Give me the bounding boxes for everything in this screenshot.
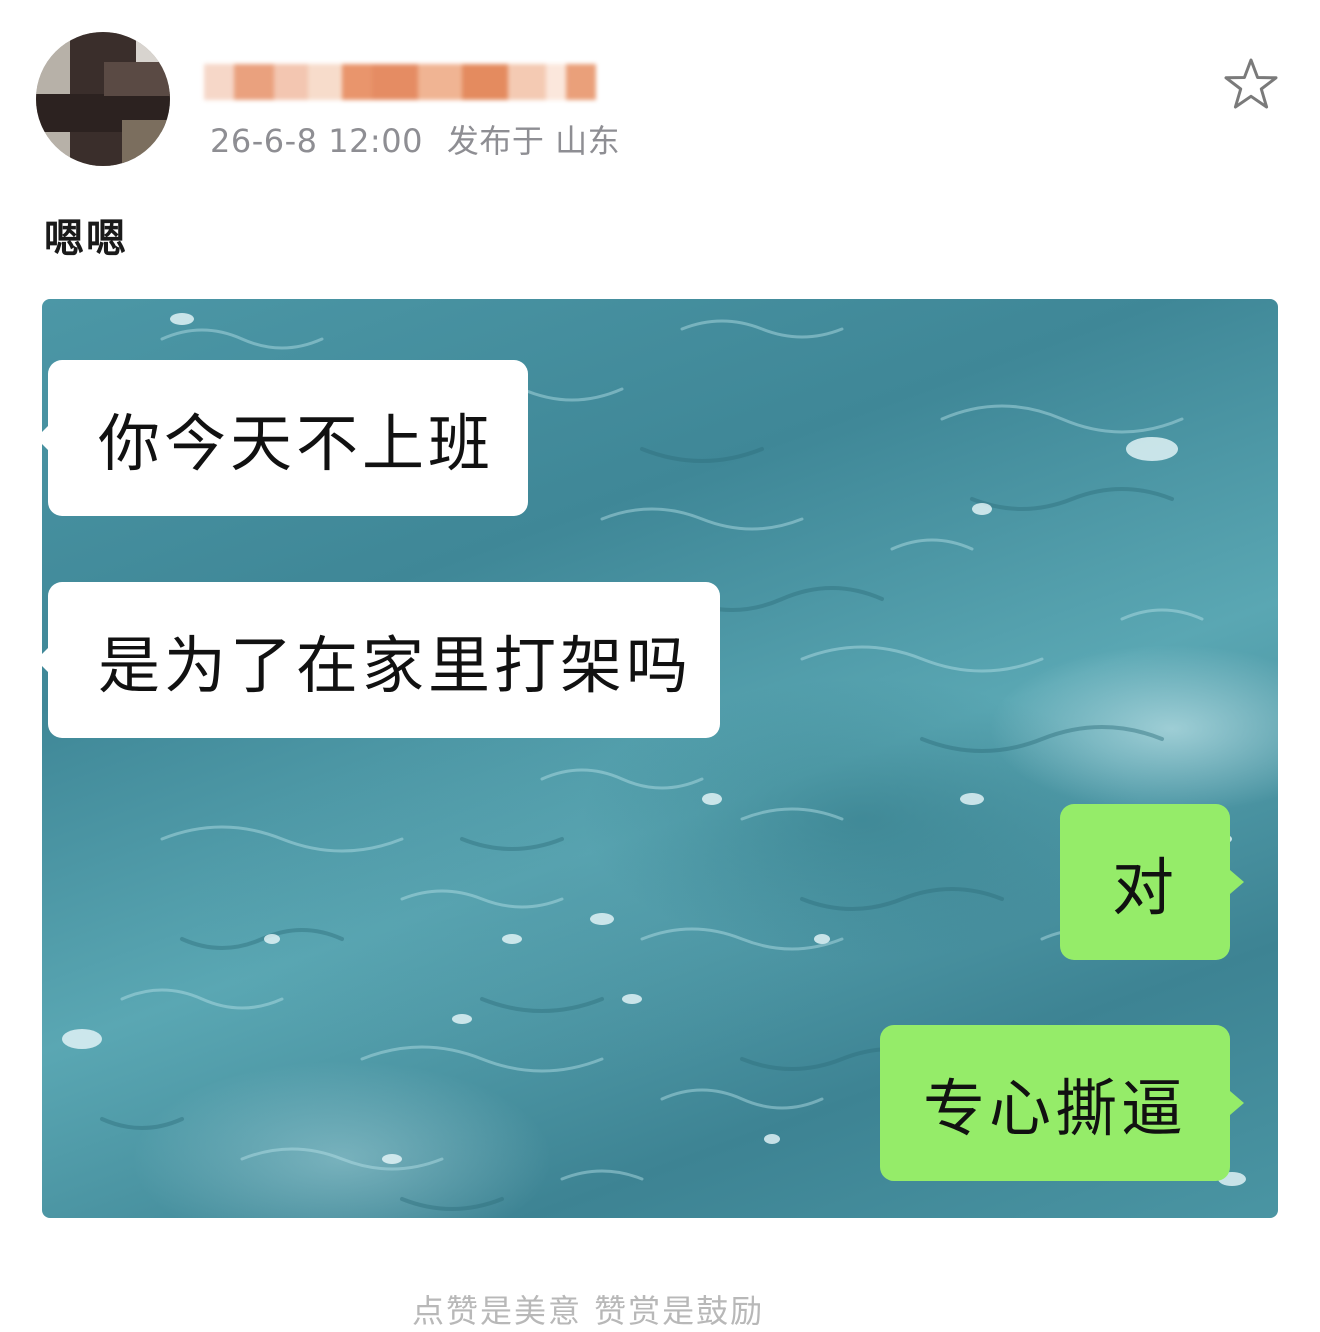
star-outline-icon[interactable] bbox=[1222, 56, 1280, 114]
post-text: 嗯嗯 bbox=[44, 216, 128, 262]
post-location: 发布于 山东 bbox=[446, 122, 621, 160]
post-image[interactable]: 你今天不上班 是为了在家里打架吗 对 专心撕逼 bbox=[42, 299, 1278, 1218]
username-redacted[interactable] bbox=[204, 64, 596, 100]
reward-caption: 点赞是美意 赞赏是鼓励 bbox=[412, 1292, 765, 1330]
chat-message-received: 你今天不上班 bbox=[42, 360, 528, 516]
chat-message-sent: 对 bbox=[1060, 804, 1244, 960]
chat-message-received: 是为了在家里打架吗 bbox=[42, 582, 720, 738]
avatar[interactable] bbox=[36, 32, 170, 166]
post-timestamp: 26-6-8 12:00 bbox=[210, 122, 423, 160]
post-meta: 26-6-8 12:00 发布于 山东 bbox=[210, 116, 620, 162]
chat-message-sent: 专心撕逼 bbox=[880, 1025, 1244, 1181]
